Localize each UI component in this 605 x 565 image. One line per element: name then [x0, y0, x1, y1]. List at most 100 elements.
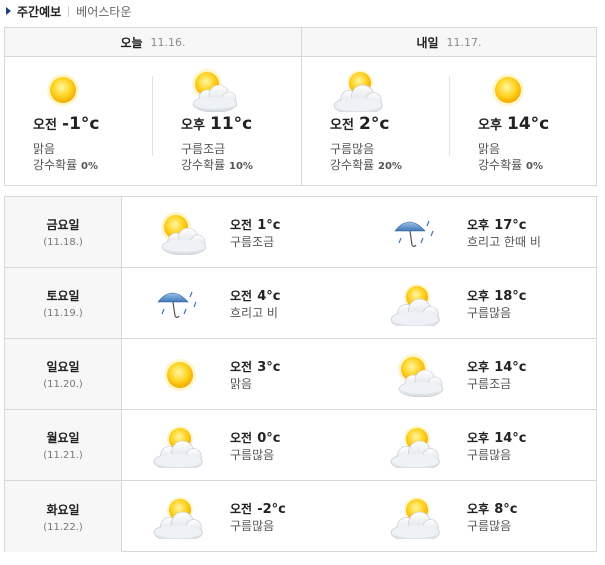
- am-temp-line: 오전 0°c: [230, 427, 280, 446]
- pm-temp-line: 오후 14°c: [467, 356, 526, 375]
- precip-label: 강수확률: [478, 158, 523, 172]
- weather-description: 맑음: [478, 142, 501, 156]
- today-pm-temp-line: 오후 11°c: [181, 114, 252, 134]
- pm-temp-line: 오후 8°c: [467, 498, 517, 517]
- period-label: 오후: [467, 360, 490, 374]
- period-label: 오전: [230, 360, 253, 374]
- sunny-icon: [478, 68, 538, 112]
- period-label: 오후: [467, 289, 490, 303]
- am-temp-line: 오전 -2°c: [230, 498, 286, 517]
- temperature: 17°c: [494, 218, 527, 233]
- location-label: 베어스타운: [76, 4, 132, 19]
- mostly-cloudy-icon: [150, 495, 208, 542]
- temperature: 8°c: [494, 502, 518, 517]
- pm-forecast: 오후 8°c 구름많음: [359, 481, 596, 552]
- period-label: 오후: [467, 431, 490, 445]
- weekly-forecast-header: 주간예보 베어스타운: [0, 0, 605, 22]
- pm-forecast: 오후 14°c 구름조금: [359, 339, 596, 409]
- period-label: 오후: [467, 502, 490, 516]
- mostly-cloudy-icon: [387, 495, 445, 542]
- am-forecast: 오전 4°c 흐리고 비: [122, 268, 359, 338]
- precip-probability: 강수확률 10%: [181, 156, 253, 173]
- table-row: 금요일 (11.18.) 오전 1°c 구름조금 오후 17°c 흐리고 한때 …: [5, 197, 596, 268]
- day-date: (11.18.): [43, 237, 83, 248]
- period-label: 오전: [230, 502, 253, 516]
- pm-temp-line: 오후 14°c: [467, 427, 526, 446]
- am-temp-line: 오전 1°c: [230, 214, 280, 233]
- temperature: 14°c: [494, 431, 527, 446]
- period-label: 오전: [230, 218, 253, 232]
- precip-label: 강수확률: [33, 158, 78, 172]
- temperature: 14°c: [507, 114, 550, 134]
- temperature: 4°c: [257, 289, 281, 304]
- day-cell: 토요일 (11.19.): [5, 268, 122, 338]
- precip-probability: 강수확률 0%: [33, 156, 98, 173]
- weather-description: 구름조금: [467, 377, 512, 391]
- table-row: 토요일 (11.19.) 오전 4°c 흐리고 비 오후 18°c 구름많음: [5, 268, 596, 339]
- tomorrow-am: 오전 2°c 구름많음 강수확률 20%: [302, 58, 450, 185]
- weather-description: 맑음: [33, 142, 56, 156]
- period-label: 오전: [230, 431, 253, 445]
- tomorrow-pm-temp-line: 오후 14°c: [478, 114, 549, 134]
- precip-value: 20%: [378, 161, 402, 172]
- weather-description: 구름많음: [467, 448, 512, 462]
- partly-cloudy-icon: [181, 68, 241, 113]
- day-name: 월요일: [46, 431, 80, 445]
- rain-umbrella-icon: [150, 282, 208, 324]
- temperature: 14°c: [494, 360, 527, 375]
- pm-forecast: 오후 18°c 구름많음: [359, 268, 596, 338]
- day-cell: 화요일 (11.22.): [5, 481, 122, 552]
- mostly-cloudy-icon: [330, 68, 390, 115]
- divider: [68, 5, 70, 17]
- weather-description: 구름많음: [230, 519, 275, 533]
- temperature: 2°c: [359, 114, 390, 134]
- temperature: 3°c: [257, 360, 281, 375]
- temperature: -2°c: [257, 502, 286, 517]
- weather-description: 맑음: [230, 377, 253, 391]
- tomorrow-date: 11.17.: [446, 35, 482, 49]
- precip-label: 강수확률: [330, 158, 375, 172]
- rain-umbrella-icon: [387, 211, 445, 253]
- am-forecast: 오전 1°c 구름조금: [122, 197, 359, 267]
- tomorrow-header: 내일 11.17.: [302, 28, 596, 57]
- today-column: 오늘 11.16. 오전 -1°c 맑음 강수확률 0% 오후 11°c 구름조…: [5, 28, 301, 185]
- period-label: 오후: [467, 218, 490, 232]
- weather-description: 구름조금: [181, 142, 226, 156]
- precip-probability: 강수확률 0%: [478, 156, 543, 173]
- weather-description: 구름많음: [230, 448, 275, 462]
- period-label: 오후: [181, 118, 205, 133]
- am-forecast: 오전 3°c 맑음: [122, 339, 359, 409]
- day-cell: 일요일 (11.20.): [5, 339, 122, 409]
- temperature: 11°c: [210, 114, 253, 134]
- day-name: 화요일: [46, 502, 80, 517]
- temperature: 18°c: [494, 289, 527, 304]
- period-label: 오전: [230, 289, 253, 303]
- weather-description: 흐리고 한때 비: [467, 235, 541, 249]
- pm-temp-line: 오후 17°c: [467, 214, 526, 233]
- day-name: 일요일: [46, 360, 80, 374]
- precip-probability: 강수확률 20%: [330, 156, 402, 173]
- today-am: 오전 -1°c 맑음 강수확률 0%: [5, 58, 153, 185]
- table-row: 월요일 (11.21.) 오전 0°c 구름많음 오후 14°c 구름많음: [5, 410, 596, 481]
- partly-cloudy-icon: [387, 353, 445, 398]
- precip-value: 0%: [526, 161, 543, 172]
- weather-description: 흐리고 비: [230, 306, 278, 320]
- temperature: -1°c: [62, 114, 100, 134]
- mostly-cloudy-icon: [150, 424, 208, 471]
- today-date: 11.16.: [150, 35, 186, 49]
- tomorrow-pm: 오후 14°c 맑음 강수확률 0%: [450, 58, 598, 185]
- am-forecast: 오전 0°c 구름많음: [122, 410, 359, 480]
- temperature: 0°c: [257, 431, 281, 446]
- mostly-cloudy-icon: [387, 282, 445, 329]
- sunny-icon: [33, 68, 93, 112]
- mostly-cloudy-icon: [387, 424, 445, 471]
- today-pm: 오후 11°c 구름조금 강수확률 10%: [153, 58, 301, 185]
- weather-description: 구름조금: [230, 235, 275, 249]
- day-cell: 금요일 (11.18.): [5, 197, 122, 267]
- tomorrow-label: 내일: [416, 35, 439, 50]
- day-date: (11.19.): [43, 308, 83, 319]
- tomorrow-column: 내일 11.17. 오전 2°c 구름많음 강수확률 20% 오후 14°c 맑…: [301, 28, 596, 185]
- day-name: 금요일: [46, 218, 80, 232]
- precip-value: 10%: [229, 161, 253, 172]
- day-date: (11.22.): [43, 521, 83, 533]
